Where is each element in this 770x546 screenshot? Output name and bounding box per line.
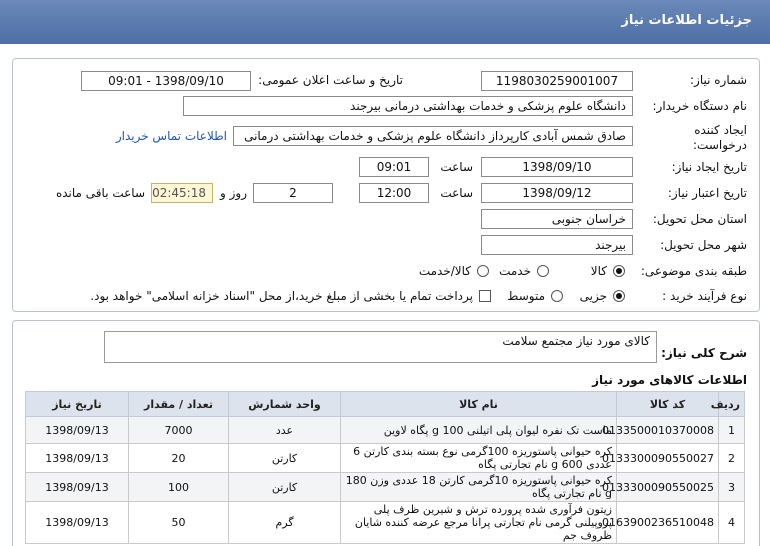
cell-date: 1398/09/13 (25, 501, 129, 544)
table-row: 2 0133300090550027 کره حیوانی پاستوریزه … (25, 443, 745, 473)
page-header: جزئیات اطلاعات نیاز (0, 0, 770, 44)
created-date-field: 1398/09/10 (481, 157, 633, 177)
need-details-panel: شماره نیاز: 1198030259001007 تاریخ و ساع… (12, 58, 760, 312)
cell-name: کره حیوانی پاستوریزه 100گرمی نوع بسته بن… (340, 443, 617, 473)
validity-time-label: ساعت (440, 186, 473, 200)
creator-label-2: درخواست: (693, 138, 747, 152)
cell-name: ماست تک نفره لیوان پلی اتیلنی 100 g پگاه… (340, 416, 617, 444)
category-option-goods-service: کالا/خدمت (418, 264, 471, 278)
province-field: خراسان جنوبی (481, 209, 633, 229)
remaining-time-field: 02:45:18 (151, 183, 213, 203)
items-section-title: اطلاعات کالاهای مورد نیاز (592, 373, 747, 387)
cell-unit: گرم (228, 501, 341, 544)
cell-row: 4 (718, 501, 745, 544)
cell-unit: کارتن (228, 472, 341, 502)
cell-date: 1398/09/13 (25, 472, 129, 502)
announce-label: تاریخ و ساعت اعلان عمومی: (258, 73, 403, 87)
treasury-checkbox-label: پرداخت تمام یا بخشی از مبلغ خرید،از محل … (90, 289, 473, 303)
created-time-label: ساعت (440, 160, 473, 174)
city-label: شهر محل تحویل: (660, 238, 747, 252)
items-panel: شرح کلی نیاز: کالای مورد نیاز مجتمع سلام… (12, 320, 760, 546)
cell-qty: 50 (128, 501, 229, 544)
purchase-radio-minor[interactable] (613, 290, 625, 302)
need-number-field: 1198030259001007 (481, 71, 633, 91)
page-title: جزئیات اطلاعات نیاز (621, 13, 752, 28)
cell-unit: کارتن (228, 443, 341, 473)
validity-time-field: 12:00 (359, 183, 429, 203)
category-radio-goods-service[interactable] (477, 265, 489, 277)
table-row: 3 0133300090550025 کره حیوانی پاستوریزه … (25, 472, 745, 502)
items-table: ردیف کد کالا نام کالا واحد شمارش تعداد /… (25, 391, 745, 544)
cell-qty: 20 (128, 443, 229, 473)
province-label: استان محل تحویل: (652, 212, 747, 226)
cell-code: 0133300090550025 (602, 472, 719, 502)
treasury-checkbox[interactable] (479, 290, 491, 302)
table-header-row: ردیف کد کالا نام کالا واحد شمارش تعداد /… (25, 391, 745, 417)
creator-label-1: ایجاد کننده (694, 123, 747, 137)
cell-qty: 7000 (128, 416, 229, 444)
category-radio-goods[interactable] (613, 265, 625, 277)
buyer-contact-link[interactable]: اطلاعات تماس خریدار (116, 129, 227, 143)
cell-name: زیتون فرآوری شده پرورده ترش و شیرین ظرف … (340, 501, 617, 544)
purchase-label: نوع فرآیند خرید : (662, 289, 747, 303)
created-time-field: 09:01 (359, 157, 429, 177)
validity-date-label: تاریخ اعتبار نیاز: (667, 186, 747, 200)
table-row: 1 0133500010370008 ماست تک نفره لیوان پل… (25, 416, 745, 444)
category-option-service: خدمت (499, 264, 531, 278)
buyer-field: دانشگاه علوم پزشکی و خدمات بهداشتی درمان… (183, 96, 633, 116)
description-field: کالای مورد نیاز مجتمع سلامت (104, 331, 657, 363)
creator-field: صادق شمس آبادی کارپرداز دانشگاه علوم پزش… (233, 126, 633, 146)
cell-date: 1398/09/13 (25, 416, 129, 444)
col-header-unit: واحد شمارش (228, 391, 341, 417)
purchase-option-medium: متوسط (507, 289, 545, 303)
cell-name: کره حیوانی پاستوریزه 10گرمی کارتن 18 عدد… (340, 472, 617, 502)
need-number-label: شماره نیاز: (690, 73, 747, 87)
col-header-row: ردیف (711, 391, 745, 417)
announce-field: 1398/09/10 - 09:01 (81, 71, 251, 91)
category-radio-service[interactable] (537, 265, 549, 277)
cell-row: 1 (718, 416, 745, 444)
category-label: طبقه بندی موضوعی: (640, 264, 747, 278)
validity-date-field: 1398/09/12 (481, 183, 633, 203)
category-option-goods: کالا (590, 264, 607, 278)
city-field: بیرجند (481, 235, 633, 255)
cell-code: 0133500010370008 (602, 416, 719, 444)
cell-code: 0133300090550027 (602, 443, 719, 473)
cell-code: 0163900236510048 (602, 501, 719, 544)
cell-date: 1398/09/13 (25, 443, 129, 473)
cell-row: 2 (718, 443, 745, 473)
description-label: شرح کلی نیاز: (661, 346, 747, 360)
col-header-name: نام کالا (340, 391, 617, 417)
cell-unit: عدد (228, 416, 341, 444)
validity-days-field: 2 (253, 183, 333, 203)
buyer-label: نام دستگاه خریدار: (652, 99, 748, 113)
cell-qty: 100 (128, 472, 229, 502)
purchase-option-minor: جزیی (579, 289, 607, 303)
remaining-label: ساعت باقی مانده (55, 186, 145, 200)
col-header-date: تاریخ نیاز (25, 391, 129, 417)
col-header-qty: تعداد / مقدار (128, 391, 229, 417)
days-label: روز و (220, 186, 247, 200)
purchase-radio-medium[interactable] (551, 290, 563, 302)
cell-row: 3 (718, 472, 745, 502)
col-header-code: کد کالا (616, 391, 719, 417)
table-row: 4 0163900236510048 زیتون فرآوری شده پرور… (25, 501, 745, 544)
created-date-label: تاریخ ایجاد نیاز: (671, 160, 747, 174)
